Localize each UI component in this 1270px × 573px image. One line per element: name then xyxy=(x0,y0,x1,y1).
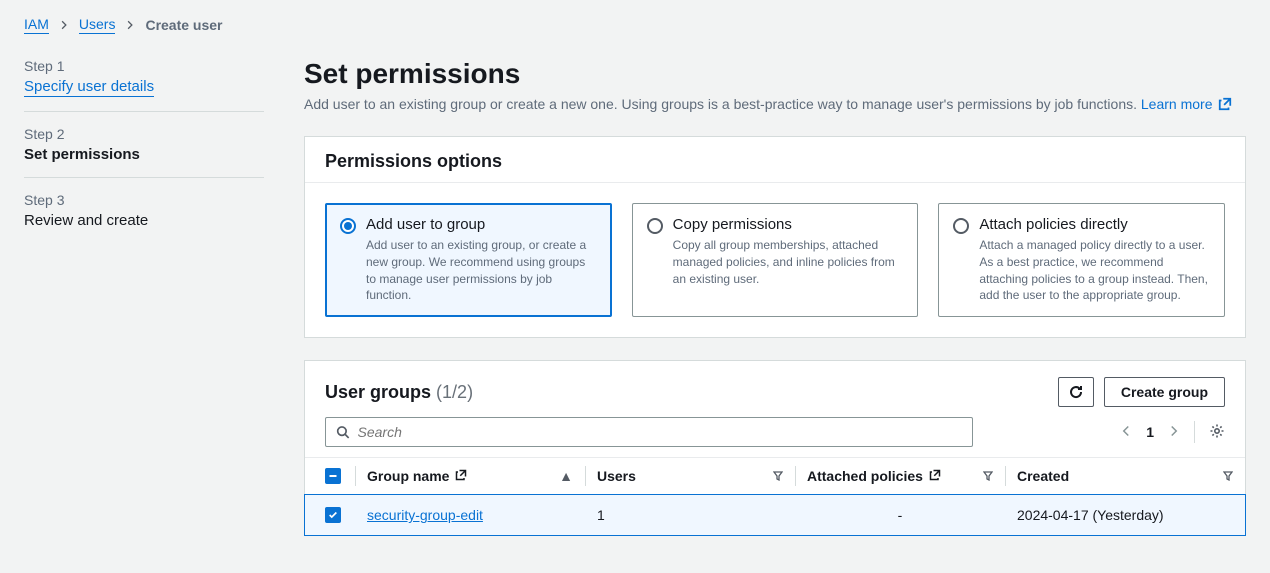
step-title: Set permissions xyxy=(24,146,264,163)
groups-title: User groups (1/2) xyxy=(325,382,473,403)
external-link-icon xyxy=(455,468,467,484)
step-title[interactable]: Specify user details xyxy=(24,78,154,97)
page-title: Set permissions xyxy=(304,58,1246,90)
step-title: Review and create xyxy=(24,212,264,229)
option-title: Copy permissions xyxy=(673,216,904,233)
search-icon xyxy=(336,425,350,439)
refresh-icon xyxy=(1068,384,1084,400)
breadcrumb-iam[interactable]: IAM xyxy=(24,16,49,34)
external-link-icon xyxy=(1218,97,1232,114)
col-label: Attached policies xyxy=(807,468,923,484)
option-attach-policies[interactable]: Attach policies directly Attach a manage… xyxy=(938,203,1225,317)
learn-more-link[interactable]: Learn more xyxy=(1141,96,1232,112)
chevron-right-icon xyxy=(125,20,135,30)
refresh-button[interactable] xyxy=(1058,377,1094,407)
col-created[interactable]: Created xyxy=(1017,468,1233,484)
learn-more-text: Learn more xyxy=(1141,96,1213,112)
step-3: Step 3 Review and create xyxy=(24,192,264,243)
create-group-button[interactable]: Create group xyxy=(1104,377,1225,407)
external-link-icon xyxy=(929,468,941,484)
pagination: 1 xyxy=(1120,421,1225,443)
panel-title: Permissions options xyxy=(325,151,1225,172)
groups-title-text: User groups xyxy=(325,382,431,402)
step-label: Step 3 xyxy=(24,192,264,208)
filter-icon xyxy=(773,468,783,484)
step-1[interactable]: Step 1 Specify user details xyxy=(24,58,264,112)
filter-icon xyxy=(983,468,993,484)
search-input[interactable] xyxy=(358,424,962,440)
step-label: Step 2 xyxy=(24,126,264,142)
sort-asc-icon: ▲ xyxy=(559,468,573,484)
breadcrumb-users[interactable]: Users xyxy=(79,16,116,34)
breadcrumb: IAM Users Create user xyxy=(24,16,1246,34)
group-name-link[interactable]: security-group-edit xyxy=(367,507,483,523)
radio-icon xyxy=(647,218,663,234)
col-label: Group name xyxy=(367,468,449,484)
page-number: 1 xyxy=(1146,424,1154,440)
chevron-right-icon xyxy=(59,20,69,30)
gear-icon xyxy=(1209,423,1225,439)
step-label: Step 1 xyxy=(24,58,264,74)
next-page-button[interactable] xyxy=(1168,424,1180,440)
radio-icon xyxy=(340,218,356,234)
permissions-options-panel: Permissions options Add user to group Ad… xyxy=(304,136,1246,338)
col-label: Created xyxy=(1017,468,1069,484)
col-attached-policies[interactable]: Attached policies xyxy=(807,468,993,484)
groups-count: (1/2) xyxy=(436,382,473,402)
search-box[interactable] xyxy=(325,417,973,447)
groups-table: Group name ▲ Users xyxy=(305,457,1245,535)
option-desc: Attach a managed policy directly to a us… xyxy=(979,237,1210,304)
option-title: Attach policies directly xyxy=(979,216,1210,233)
radio-icon xyxy=(953,218,969,234)
divider xyxy=(1194,421,1195,443)
user-groups-panel: User groups (1/2) Create group xyxy=(304,360,1246,536)
option-add-to-group[interactable]: Add user to group Add user to an existin… xyxy=(325,203,612,317)
select-all-checkbox[interactable] xyxy=(325,468,341,484)
wizard-steps: Step 1 Specify user details Step 2 Set p… xyxy=(24,58,264,558)
option-desc: Add user to an existing group, or create… xyxy=(366,237,597,304)
col-group-name[interactable]: Group name ▲ xyxy=(367,468,573,484)
prev-page-button[interactable] xyxy=(1120,424,1132,440)
col-users[interactable]: Users xyxy=(597,468,783,484)
row-checkbox[interactable] xyxy=(325,507,341,523)
table-row[interactable]: security-group-edit 1 - 2024-04-17 (Yest… xyxy=(305,495,1245,536)
page-subtitle: Add user to an existing group or create … xyxy=(304,96,1246,114)
col-label: Users xyxy=(597,468,636,484)
main-content: Set permissions Add user to an existing … xyxy=(304,58,1246,558)
cell-created: 2024-04-17 (Yesterday) xyxy=(1005,495,1245,536)
option-desc: Copy all group memberships, attached man… xyxy=(673,237,904,287)
cell-users: 1 xyxy=(585,495,795,536)
subtitle-text: Add user to an existing group or create … xyxy=(304,96,1141,112)
settings-button[interactable] xyxy=(1209,423,1225,442)
step-2: Step 2 Set permissions xyxy=(24,126,264,178)
breadcrumb-current: Create user xyxy=(145,17,222,33)
cell-policies: - xyxy=(795,495,1005,536)
option-copy-permissions[interactable]: Copy permissions Copy all group membersh… xyxy=(632,203,919,317)
option-title: Add user to group xyxy=(366,216,597,233)
filter-icon xyxy=(1223,468,1233,484)
